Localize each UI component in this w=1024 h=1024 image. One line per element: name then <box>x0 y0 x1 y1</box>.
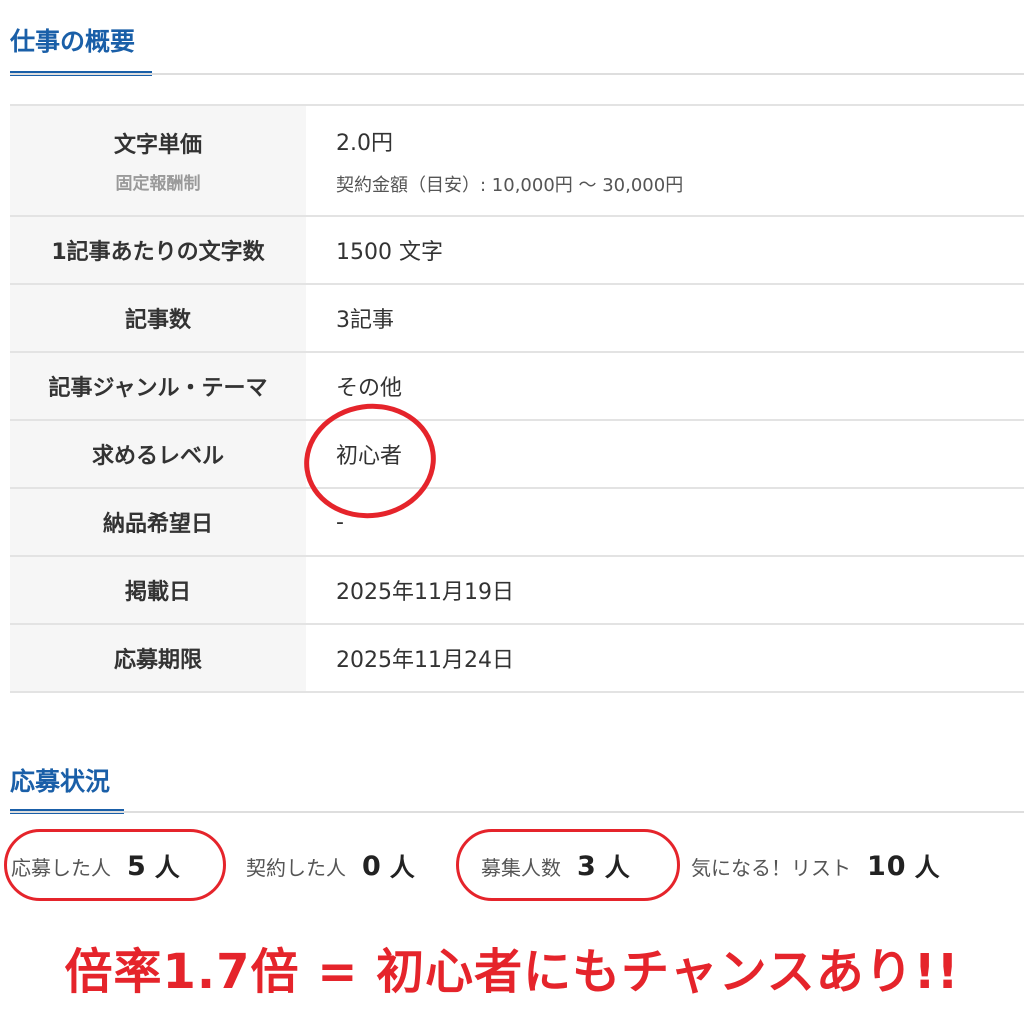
status-heading: 応募状況 <box>10 767 111 796</box>
status-section-header: 応募状況 <box>10 762 124 814</box>
stat-label: 募集人数 <box>481 855 561 880</box>
value-article-count: 3記事 <box>306 284 1024 353</box>
stat-label: 応募した人 <box>11 855 111 880</box>
stat-openings: 募集人数 3 人 <box>481 846 630 886</box>
value-unit-price: 2.0円 <box>336 130 393 156</box>
chance-tagline: 倍率1.7倍 = 初心者にもチャンスあり!! <box>64 944 960 1000</box>
overview-heading: 仕事の概要 <box>10 27 136 56</box>
stat-count: 10 <box>867 850 907 882</box>
row-value: 2.0円 契約金額（目安）: 10,000円 〜 30,000円 <box>306 105 1024 217</box>
stat-count: 0 <box>362 850 382 882</box>
label-chars-per-article: 1記事あたりの文字数 <box>10 216 306 285</box>
value-genre: その他 <box>306 352 1024 421</box>
stat-label: 契約した人 <box>246 855 346 880</box>
table-row-level: 求めるレベル 初心者 <box>10 420 1024 489</box>
job-summary-table: 文字単価 固定報酬制 2.0円 契約金額（目安）: 10,000円 〜 30,0… <box>10 104 1024 693</box>
label-delivery-date: 納品希望日 <box>10 488 306 557</box>
stat-contracted: 契約した人 0 人 <box>246 846 415 886</box>
label-genre: 記事ジャンル・テーマ <box>10 352 306 421</box>
label-level: 求めるレベル <box>10 420 306 489</box>
label-posted-date: 掲載日 <box>10 556 306 625</box>
stat-unit: 人 <box>604 853 630 882</box>
table-row-deadline: 応募期限 2025年11月24日 <box>10 624 1024 693</box>
stat-applicants: 応募した人 5 人 <box>11 846 180 886</box>
label-article-count: 記事数 <box>10 284 306 353</box>
stat-count: 5 <box>127 850 147 882</box>
stat-unit: 人 <box>389 853 415 882</box>
table-row-chars-per-article: 1記事あたりの文字数 1500 文字 <box>10 216 1024 285</box>
table-row-article-count: 記事数 3記事 <box>10 284 1024 353</box>
stat-count: 3 <box>577 850 597 882</box>
label-deadline: 応募期限 <box>10 624 306 693</box>
stat-label: 気になる！リスト <box>691 855 851 880</box>
value-posted-date: 2025年11月19日 <box>306 556 1024 625</box>
value-contract-amount: 契約金額（目安）: 10,000円 〜 30,000円 <box>336 174 684 196</box>
overview-divider <box>10 73 1024 75</box>
status-divider <box>10 811 1024 813</box>
stat-unit: 人 <box>914 853 940 882</box>
value-chars-per-article: 1500 文字 <box>306 216 1024 285</box>
table-row-unit-price: 文字単価 固定報酬制 2.0円 契約金額（目安）: 10,000円 〜 30,0… <box>10 105 1024 217</box>
label-unit-price: 文字単価 <box>113 133 202 158</box>
table-row-genre: 記事ジャンル・テーマ その他 <box>10 352 1024 421</box>
stat-watchlist: 気になる！リスト 10 人 <box>691 846 940 886</box>
overview-section-header: 仕事の概要 <box>10 22 152 76</box>
stat-unit: 人 <box>154 853 180 882</box>
label-fixed-reward: 固定報酬制 <box>115 174 201 194</box>
table-row-delivery-date: 納品希望日 - <box>10 488 1024 557</box>
row-label: 文字単価 固定報酬制 <box>10 105 306 217</box>
table-row-posted-date: 掲載日 2025年11月19日 <box>10 556 1024 625</box>
value-deadline: 2025年11月24日 <box>306 624 1024 693</box>
